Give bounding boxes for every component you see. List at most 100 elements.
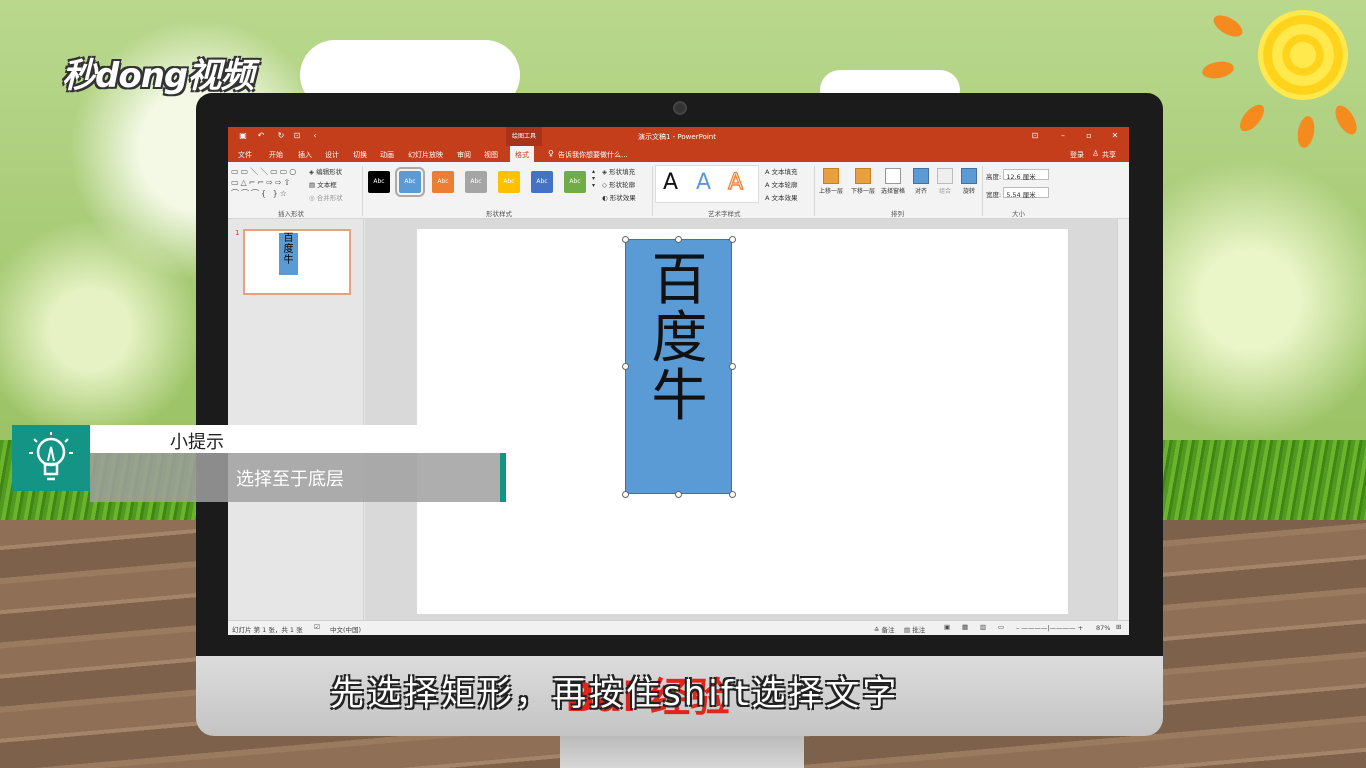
selection-pane-label: 选择窗格: [880, 188, 905, 195]
start-presentation-icon[interactable]: ⊡: [292, 131, 302, 141]
resize-handle[interactable]: [729, 236, 736, 243]
shape-style-swatch[interactable]: Abc: [531, 171, 553, 193]
tab-slideshow[interactable]: 幻灯片放映: [408, 150, 443, 160]
maximize-icon[interactable]: ▫: [1084, 131, 1094, 141]
sorter-view-icon[interactable]: ▦: [962, 623, 968, 631]
sign-in-link[interactable]: 登录: [1070, 150, 1084, 160]
status-bar: 幻灯片 第 1 张，共 1 张 ☑ 中文(中国) ≙ 备注 ▤ 批注 ▣ ▦ ▥…: [228, 620, 1129, 635]
video-subtitle: 先选择矩形，再按住shift选择文字: [330, 674, 900, 714]
save-icon[interactable]: ▣: [238, 131, 248, 141]
shape-fill-button[interactable]: ◈ 形状填充: [602, 166, 635, 176]
vertical-scrollbar[interactable]: [1117, 219, 1129, 620]
tip-box: [12, 425, 90, 491]
shape-style-swatch[interactable]: Abc: [432, 171, 454, 193]
group-separator: [982, 166, 983, 216]
slide-editing-area: 百度牛: [365, 219, 1117, 620]
shape-effects-button[interactable]: ◐ 形状效果: [602, 192, 636, 202]
rotate-icon: [961, 168, 977, 184]
group-icon: [937, 168, 953, 184]
text-effects-label: 文本效果: [771, 194, 798, 202]
tab-file[interactable]: 文件: [238, 150, 252, 160]
resize-handle[interactable]: [622, 363, 629, 370]
tab-design[interactable]: 设计: [325, 150, 339, 160]
undo-icon[interactable]: ↶: [256, 131, 266, 141]
group-separator: [362, 166, 363, 216]
tab-animations[interactable]: 动画: [380, 150, 394, 160]
shape-style-swatch[interactable]: Abc: [498, 171, 520, 193]
slideshow-view-icon[interactable]: ▭: [998, 623, 1004, 631]
shape-style-swatch[interactable]: Abc: [368, 171, 390, 193]
zoom-slider[interactable]: – ————|———— +: [1016, 624, 1083, 632]
group-button[interactable]: 组合: [932, 168, 958, 195]
rotate-label: 旋转: [962, 188, 975, 195]
tab-review[interactable]: 审阅: [457, 150, 471, 160]
tab-view[interactable]: 视图: [484, 150, 498, 160]
shape-outline-button[interactable]: ◇ 形状轮廓: [602, 179, 635, 189]
minimize-icon[interactable]: –: [1058, 131, 1068, 141]
bring-forward-button[interactable]: 上移一层: [818, 168, 844, 195]
notes-button[interactable]: ≙ 备注: [874, 624, 895, 634]
resize-handle[interactable]: [729, 363, 736, 370]
text-effects-button[interactable]: A 文本效果: [765, 192, 798, 202]
shape-style-swatch[interactable]: Abc: [564, 171, 586, 193]
channel-logo: 秒dong视频: [62, 56, 254, 96]
tab-format[interactable]: 格式: [510, 146, 534, 162]
tell-me-box[interactable]: 告诉我你想要做什么...: [558, 150, 628, 160]
redo-icon[interactable]: ↻: [276, 131, 286, 141]
ribbon-display-icon[interactable]: ⊡: [1030, 131, 1040, 141]
gallery-more-icon[interactable]: ▴ ▾ ▾: [592, 168, 595, 189]
send-backward-button[interactable]: 下移一层: [850, 168, 876, 195]
monitor-stand: [560, 736, 804, 768]
wordart-style-blue[interactable]: A: [696, 170, 711, 195]
wordart-style-orange[interactable]: A: [727, 169, 743, 195]
merge-shapes-button[interactable]: ◎ 合并形状: [309, 192, 343, 202]
zoom-level[interactable]: 87%: [1096, 624, 1110, 632]
resize-handle[interactable]: [729, 491, 736, 498]
customize-toolbar-icon[interactable]: ‹: [310, 131, 320, 141]
fit-slide-icon[interactable]: ⊞: [1116, 623, 1121, 631]
rotate-button[interactable]: 旋转: [956, 168, 982, 195]
align-button[interactable]: 对齐: [908, 168, 934, 195]
title-bar: ▣ ↶ ↻ ⊡ ‹ 绘图工具 演示文稿1 - PowerPoint ⊡ – ▫ …: [228, 127, 1129, 146]
wordart-style-black[interactable]: A: [663, 170, 678, 195]
height-row: 高度: 12.6 厘米: [986, 169, 1050, 181]
text-outline-label: 文本轮廓: [771, 181, 798, 189]
webcam: [673, 101, 687, 115]
text-box-label: 文本框: [317, 181, 337, 189]
shape-gallery[interactable]: ▭▭＼＼▭▭○ ▭△⌐⌐⇨⇨⇧ ⌒⌒⌒{ }☆: [231, 166, 301, 200]
close-icon[interactable]: ✕: [1110, 131, 1120, 141]
resize-handle[interactable]: [675, 491, 682, 498]
tab-insert[interactable]: 插入: [298, 150, 312, 160]
selection-pane-button[interactable]: 选择窗格: [880, 168, 906, 195]
text-outline-button[interactable]: A 文本轮廓: [765, 179, 798, 189]
language-indicator[interactable]: 中文(中国): [330, 624, 361, 634]
text-box-button[interactable]: ▤ 文本框: [309, 179, 337, 189]
shape-fill-label: 形状填充: [609, 168, 636, 176]
ribbon-tabs: 文件 开始 插入 设计 切换 动画 幻灯片放映 审阅 视图 格式 ♀ 告诉我你想…: [228, 146, 1129, 162]
insert-shapes-group-label: 插入形状: [278, 210, 304, 218]
shape-style-swatch[interactable]: Abc: [465, 171, 487, 193]
width-input[interactable]: 5.54 厘米: [1003, 187, 1050, 199]
text-fill-button[interactable]: A 文本填充: [765, 166, 798, 176]
shape-style-swatch[interactable]: Abc: [395, 167, 425, 197]
tab-transitions[interactable]: 切换: [353, 150, 367, 160]
resize-handle[interactable]: [622, 236, 629, 243]
height-input[interactable]: 12.6 厘米: [1003, 169, 1050, 181]
reading-view-icon[interactable]: ▥: [980, 623, 986, 631]
comments-button[interactable]: ▤ 批注: [904, 624, 925, 634]
edit-shape-button[interactable]: ◈ 编辑形状: [309, 166, 342, 176]
rectangle-text[interactable]: 百度牛: [642, 252, 717, 426]
slide-thumbnail[interactable]: 百度牛: [243, 229, 351, 295]
send-backward-icon: [855, 168, 871, 184]
normal-view-icon[interactable]: ▣: [944, 623, 950, 631]
group-separator: [814, 166, 815, 216]
slide-canvas[interactable]: 百度牛: [417, 229, 1068, 614]
share-button[interactable]: 共享: [1102, 150, 1116, 160]
spellcheck-icon[interactable]: ☑: [314, 623, 320, 631]
thumbnail-rectangle: 百度牛: [279, 233, 298, 275]
resize-handle[interactable]: [622, 491, 629, 498]
blue-rectangle-shape[interactable]: 百度牛: [625, 239, 732, 494]
tab-home[interactable]: 开始: [269, 150, 283, 160]
resize-handle[interactable]: [675, 236, 682, 243]
lightbulb-icon: ♀: [548, 149, 554, 158]
